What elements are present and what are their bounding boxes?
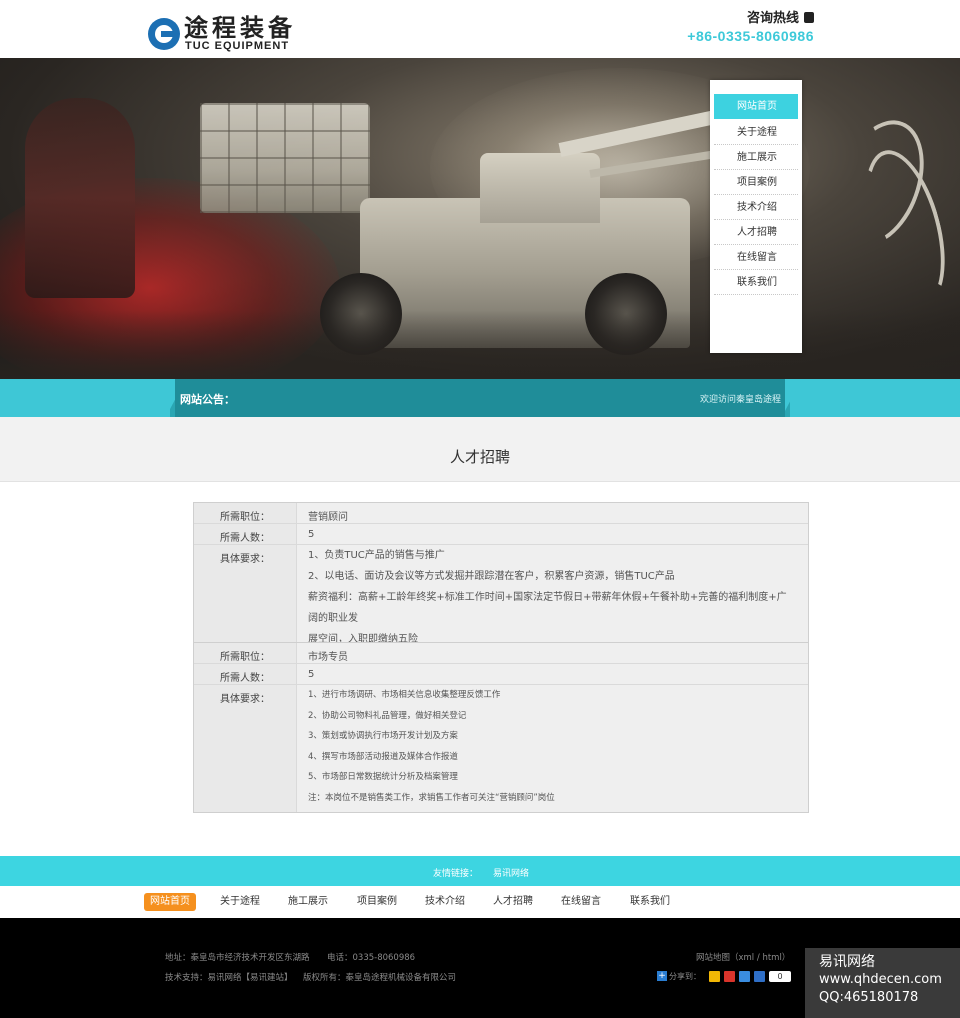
- share-label: 分享到：: [669, 971, 701, 981]
- job-row-requirements: 具体要求： 1、进行市场调研、市场相关信息收集整理反馈工作 2、协助公司物料礼品…: [194, 685, 808, 812]
- job-row-count: 所需人数： 5: [194, 524, 808, 545]
- job-position: 市场专员: [308, 652, 348, 663]
- job-position: 营销顾问: [308, 512, 348, 523]
- watermark-box: 易讯网络 www.qhdecen.com QQ:465180178: [805, 948, 960, 1018]
- footer-address: 地址：秦皇岛市经济技术开发区东湖路: [165, 953, 310, 963]
- footer-nav-contact[interactable]: 联系我们: [624, 893, 676, 911]
- side-nav-message[interactable]: 在线留言: [714, 245, 798, 270]
- job-count: 5: [308, 529, 315, 540]
- machine-cab: [480, 153, 600, 223]
- requirement-line: 2、以电话、面访及会议等方式发掘并跟踪潜在客户，积累客户资源，销售TUC产品: [308, 571, 675, 582]
- requirement-line: 2、协助公司物料礼品管理，做好相关登记: [308, 710, 467, 721]
- side-nav-contact[interactable]: 联系我们: [714, 270, 798, 295]
- ibc-tank: [200, 103, 370, 213]
- footer-nav-home[interactable]: 网站首页: [144, 893, 196, 911]
- side-nav-home[interactable]: 网站首页: [714, 94, 798, 119]
- side-nav-about[interactable]: 关于途程: [714, 120, 798, 145]
- logo-mark-icon: [148, 18, 180, 50]
- tencent-weibo-icon[interactable]: [739, 970, 750, 982]
- watermark-name: 易讯网络: [819, 954, 875, 970]
- footer-navigation: 网站首页 关于途程 施工展示 项目案例 技术介绍 人才招聘 在线留言 联系我们: [0, 886, 960, 918]
- renren-icon[interactable]: [754, 970, 765, 982]
- footer-phone: 电话：0335-8060986: [327, 953, 416, 963]
- job-requirements: 1、进行市场调研、市场相关信息收集整理反馈工作 2、协助公司物料礼品管理，做好相…: [297, 685, 808, 812]
- share-count: 0: [769, 970, 791, 982]
- footer-nav-about[interactable]: 关于途程: [214, 893, 266, 911]
- requirement-line: 1、负责TUC产品的销售与推广: [308, 550, 445, 561]
- notice-label: 网站公告：: [180, 393, 235, 406]
- side-nav-technology[interactable]: 技术介绍: [714, 195, 798, 220]
- footer-copyright: 版权所有：秦皇岛途程机械设备有限公司: [303, 973, 457, 983]
- hotline: 咨询热线 +86-0335-8060986: [687, 11, 814, 45]
- job-key-position: 所需职位：: [194, 643, 297, 663]
- friend-link[interactable]: 易讯网络: [493, 866, 529, 879]
- job-key-position: 所需职位：: [194, 503, 297, 523]
- phone-icon: [804, 12, 814, 23]
- weibo-icon[interactable]: [724, 970, 735, 982]
- friend-links-bar: 友情链接： 易讯网络: [0, 856, 960, 886]
- site-header: 途程装备 TUC EQUIPMENT 咨询热线 +86-0335-8060986: [0, 0, 960, 58]
- job-key-requirements: 具体要求：: [194, 545, 297, 653]
- hotline-label: 咨询热线: [746, 11, 799, 26]
- footer-sitemap[interactable]: 网站地图（xml / html）: [696, 951, 790, 963]
- job-row-position: 所需职位： 市场专员: [194, 643, 808, 664]
- page-title: 人才招聘: [449, 448, 510, 466]
- qzone-icon[interactable]: [709, 970, 720, 982]
- footer-support[interactable]: 技术支持：易讯网络【易讯建站】: [165, 971, 293, 983]
- job-row-position: 所需职位： 营销顾问: [194, 503, 808, 524]
- logo-chinese-text: 途程装备: [184, 14, 296, 42]
- job-key-count: 所需人数：: [194, 664, 297, 684]
- job-key-count: 所需人数：: [194, 524, 297, 544]
- job-row-count: 所需人数： 5: [194, 664, 808, 685]
- side-nav-careers[interactable]: 人才招聘: [714, 220, 798, 245]
- requirement-line: 注：本岗位不是销售类工作，求销售工作者可关注“营销顾问”岗位: [308, 792, 555, 803]
- requirement-line: 5、市场部日常数据统计分析及档案管理: [308, 772, 458, 783]
- watermark-url: www.qhdecen.com: [819, 972, 942, 987]
- hotline-number: +86-0335-8060986: [687, 28, 814, 44]
- side-nav-construction[interactable]: 施工展示: [714, 145, 798, 170]
- requirement-line: 1、进行市场调研、市场相关信息收集整理反馈工作: [308, 690, 501, 700]
- job-count: 5: [308, 669, 315, 680]
- hero-banner-image: [0, 58, 960, 380]
- notice-bar: 网站公告： 欢迎访问秦皇岛途程: [0, 379, 960, 417]
- requirement-line: 4、撰写市场部活动报道及媒体合作报道: [308, 751, 458, 762]
- side-navigation: 网站首页 关于途程 施工展示 项目案例 技术介绍 人才招聘 在线留言 联系我们: [710, 80, 802, 353]
- job-key-requirements: 具体要求：: [194, 685, 297, 812]
- footer-nav-projects[interactable]: 项目案例: [351, 893, 403, 911]
- job-table: 所需职位： 市场专员 所需人数： 5 具体要求： 1、进行市场调研、市场相关信息…: [193, 642, 809, 813]
- worker-figure: [25, 98, 135, 298]
- requirement-line: 薪资福利：高薪+工龄年终奖+标准工作时间+国家法定节假日+带薪年休假+午餐补助+…: [308, 592, 787, 624]
- requirement-line: 3、策划或协调执行市场开发计划及方案: [308, 731, 458, 742]
- ground-shade: [0, 310, 960, 380]
- side-nav-projects[interactable]: 项目案例: [714, 170, 798, 195]
- footer-nav-technology[interactable]: 技术介绍: [419, 893, 471, 911]
- footer-nav-careers[interactable]: 人才招聘: [487, 893, 539, 911]
- friend-links-label: 友情链接：: [433, 869, 479, 879]
- site-logo[interactable]: 途程装备 TUC EQUIPMENT: [148, 14, 318, 54]
- share-bar: + 分享到： 0: [657, 970, 791, 982]
- watermark-qq: QQ:465180178: [819, 990, 919, 1005]
- share-plus-icon[interactable]: +: [657, 971, 667, 981]
- job-table: 所需职位： 营销顾问 所需人数： 5 具体要求： 1、负责TUC产品的销售与推广…: [193, 502, 809, 654]
- job-row-requirements: 具体要求： 1、负责TUC产品的销售与推广 2、以电话、面访及会议等方式发掘并跟…: [194, 545, 808, 653]
- logo-english-text: TUC EQUIPMENT: [185, 40, 290, 52]
- footer-nav-construction[interactable]: 施工展示: [282, 893, 334, 911]
- footer-nav-message[interactable]: 在线留言: [555, 893, 607, 911]
- notice-text[interactable]: 欢迎访问秦皇岛途程: [700, 392, 781, 405]
- job-requirements: 1、负责TUC产品的销售与推广 2、以电话、面访及会议等方式发掘并跟踪潜在客户，…: [297, 545, 808, 653]
